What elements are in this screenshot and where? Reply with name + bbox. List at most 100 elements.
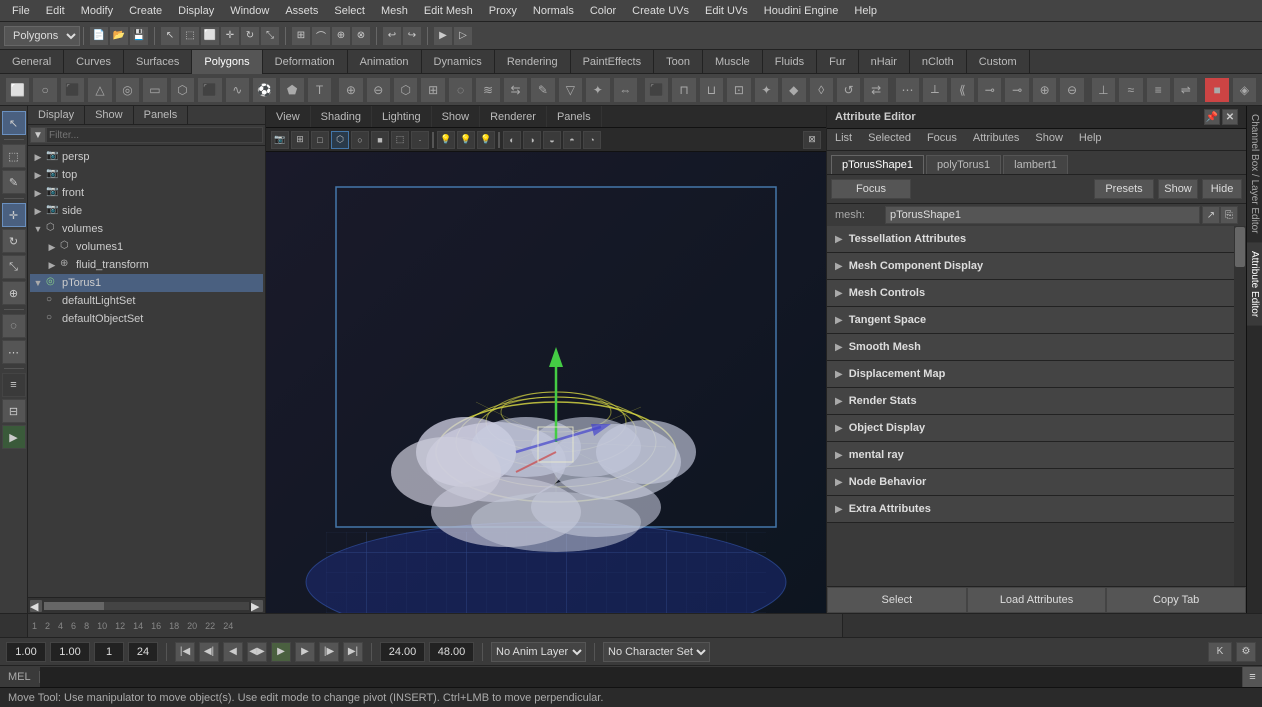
move-tool-btn[interactable]: ✛ <box>2 203 26 227</box>
vp-ao-icon[interactable]: ◑ <box>523 131 541 149</box>
poly-plane-icon[interactable]: ▭ <box>142 77 167 103</box>
insert-loop-icon[interactable]: ⟂ <box>922 77 947 103</box>
outliner-filter-icon[interactable]: ▼ <box>30 127 46 143</box>
poly-misc-icon[interactable]: ⬟ <box>279 77 304 103</box>
load-attributes-button[interactable]: Load Attributes <box>967 587 1107 613</box>
snap-point-icon[interactable]: ⊕ <box>331 26 351 46</box>
section-smooth-header[interactable]: ▶ Smooth Mesh <box>827 334 1234 360</box>
connect-icon[interactable]: ⊸ <box>977 77 1002 103</box>
attr-scroll-thumb[interactable] <box>1235 227 1245 267</box>
character-set-select[interactable]: No Character Set <box>603 642 710 662</box>
outliner-side[interactable]: ▶ 📷 side <box>30 202 263 220</box>
tab-ncloth[interactable]: nCloth <box>910 50 967 74</box>
select-button[interactable]: Select <box>827 587 967 613</box>
section-tessellation-header[interactable]: ▶ Tessellation Attributes <box>827 226 1234 252</box>
outliner-search-input[interactable] <box>46 127 263 143</box>
scroll-left-btn[interactable]: ◀ <box>30 600 42 612</box>
outliner-default-object-set[interactable]: ○ defaultObjectSet <box>30 310 263 328</box>
normals-icon[interactable]: ⊥ <box>1091 77 1116 103</box>
menu-edit-mesh[interactable]: Edit Mesh <box>416 3 481 19</box>
section-node-behavior-header[interactable]: ▶ Node Behavior <box>827 469 1234 495</box>
menu-create-uvs[interactable]: Create UVs <box>624 3 697 19</box>
vp-bounding-icon[interactable]: ⬚ <box>391 131 409 149</box>
viewport-canvas[interactable]: origin G RIGHT <box>266 152 826 613</box>
menu-modify[interactable]: Modify <box>73 3 121 19</box>
open-icon[interactable]: 📂 <box>109 26 129 46</box>
tab-rendering[interactable]: Rendering <box>495 50 571 74</box>
menu-houdini[interactable]: Houdini Engine <box>756 3 847 19</box>
end-frame2-field[interactable] <box>128 642 158 662</box>
side-tab-attr-editor[interactable]: Attribute Editor <box>1247 243 1262 326</box>
transfer-icon[interactable]: ⇆ <box>503 77 528 103</box>
mode-select[interactable]: Polygons <box>4 26 80 46</box>
spin-icon[interactable]: ↺ <box>836 77 861 103</box>
vp-tab-lighting[interactable]: Lighting <box>372 106 432 127</box>
vp-tab-shading[interactable]: Shading <box>311 106 372 127</box>
current-frame-field[interactable] <box>94 642 124 662</box>
prev-frame-btn[interactable]: ◀ <box>223 642 243 662</box>
tab-polygons[interactable]: Polygons <box>192 50 262 74</box>
scale-tool-btn[interactable]: ⤡ <box>2 255 26 279</box>
outliner-volumes1[interactable]: ▶ ⬡ volumes1 <box>30 238 263 256</box>
vp-dof-icon[interactable]: ◔ <box>583 131 601 149</box>
attr-menu-help[interactable]: Help <box>1071 129 1110 150</box>
vp-grid-icon[interactable]: ⊞ <box>291 131 309 149</box>
left-tab-display[interactable]: Display <box>28 106 85 124</box>
sel-constraint-icon[interactable]: ◈ <box>1232 77 1257 103</box>
detach-icon[interactable]: ⊸ <box>1004 77 1029 103</box>
poly-torus-icon[interactable]: ◎ <box>115 77 140 103</box>
wedge-icon[interactable]: ◆ <box>781 77 806 103</box>
timeline-numbers[interactable]: 1 2 4 6 8 10 12 14 16 18 20 22 24 <box>28 614 842 637</box>
render-icon[interactable]: ▶ <box>433 26 453 46</box>
attr-tab-poly-torus[interactable]: polyTorus1 <box>926 155 1001 174</box>
next-key-btn[interactable]: |▶ <box>319 642 339 662</box>
vp-wireframe-icon[interactable]: ⬡ <box>331 131 349 149</box>
lasso-tool-btn[interactable]: ⬚ <box>2 144 26 168</box>
expand-top[interactable]: ▶ <box>32 169 44 181</box>
preferences-btn[interactable]: ⚙ <box>1236 642 1256 662</box>
paint-icon[interactable]: ⬜ <box>200 26 220 46</box>
outliner-front[interactable]: ▶ 📷 front <box>30 184 263 202</box>
attr-menu-focus[interactable]: Focus <box>919 129 965 150</box>
range-start-field[interactable] <box>380 642 425 662</box>
menu-window[interactable]: Window <box>222 3 277 19</box>
tab-custom[interactable]: Custom <box>967 50 1030 74</box>
section-mesh-controls-header[interactable]: ▶ Mesh Controls <box>827 280 1234 306</box>
lasso-icon[interactable]: ⬚ <box>180 26 200 46</box>
menu-display[interactable]: Display <box>170 3 222 19</box>
tab-fluids[interactable]: Fluids <box>763 50 817 74</box>
ipr-icon[interactable]: ▷ <box>453 26 473 46</box>
focus-button[interactable]: Focus <box>831 179 911 199</box>
attr-tab-ptorus-shape[interactable]: pTorusShape1 <box>831 155 924 174</box>
bridge-icon[interactable]: ⊓ <box>671 77 696 103</box>
next-frame-btn[interactable]: ▶ <box>295 642 315 662</box>
expand-ptorus[interactable]: ▼ <box>32 277 44 289</box>
color-icon[interactable]: ■ <box>1204 77 1229 103</box>
harden-icon[interactable]: ≡ <box>1146 77 1171 103</box>
save-icon[interactable]: 💾 <box>129 26 149 46</box>
snap-curve-icon[interactable]: ⌒ <box>311 26 331 46</box>
section-mesh-component-header[interactable]: ▶ Mesh Component Display <box>827 253 1234 279</box>
tab-fur[interactable]: Fur <box>817 50 859 74</box>
go-start-btn[interactable]: |◀ <box>175 642 195 662</box>
poly-cylinder-icon[interactable]: ⬛ <box>60 77 85 103</box>
attr-bookmark-icon[interactable]: ↗ <box>1202 206 1220 224</box>
append-icon[interactable]: ⊔ <box>699 77 724 103</box>
tab-general[interactable]: General <box>0 50 64 74</box>
tab-curves[interactable]: Curves <box>64 50 124 74</box>
section-tangent-header[interactable]: ▶ Tangent Space <box>827 307 1234 333</box>
poly-helix-icon[interactable]: ∿ <box>225 77 250 103</box>
booleans-icon[interactable]: ⊞ <box>420 77 445 103</box>
go-end-btn[interactable]: ▶| <box>343 642 363 662</box>
left-tab-panels[interactable]: Panels <box>134 106 189 124</box>
attr-close-icon[interactable]: ✕ <box>1222 109 1238 125</box>
merge-icon[interactable]: ⊕ <box>1032 77 1057 103</box>
menu-edit-uvs[interactable]: Edit UVs <box>697 3 756 19</box>
fill-hole-icon[interactable]: ⊡ <box>726 77 751 103</box>
hide-button[interactable]: Hide <box>1202 179 1242 199</box>
vp-tab-view[interactable]: View <box>266 106 311 127</box>
bevel-icon[interactable]: ◊ <box>809 77 834 103</box>
soft-mod-btn[interactable]: ◌ <box>2 314 26 338</box>
offset-loop-icon[interactable]: ⟪ <box>950 77 975 103</box>
split-poly-icon[interactable]: ⋯ <box>895 77 920 103</box>
